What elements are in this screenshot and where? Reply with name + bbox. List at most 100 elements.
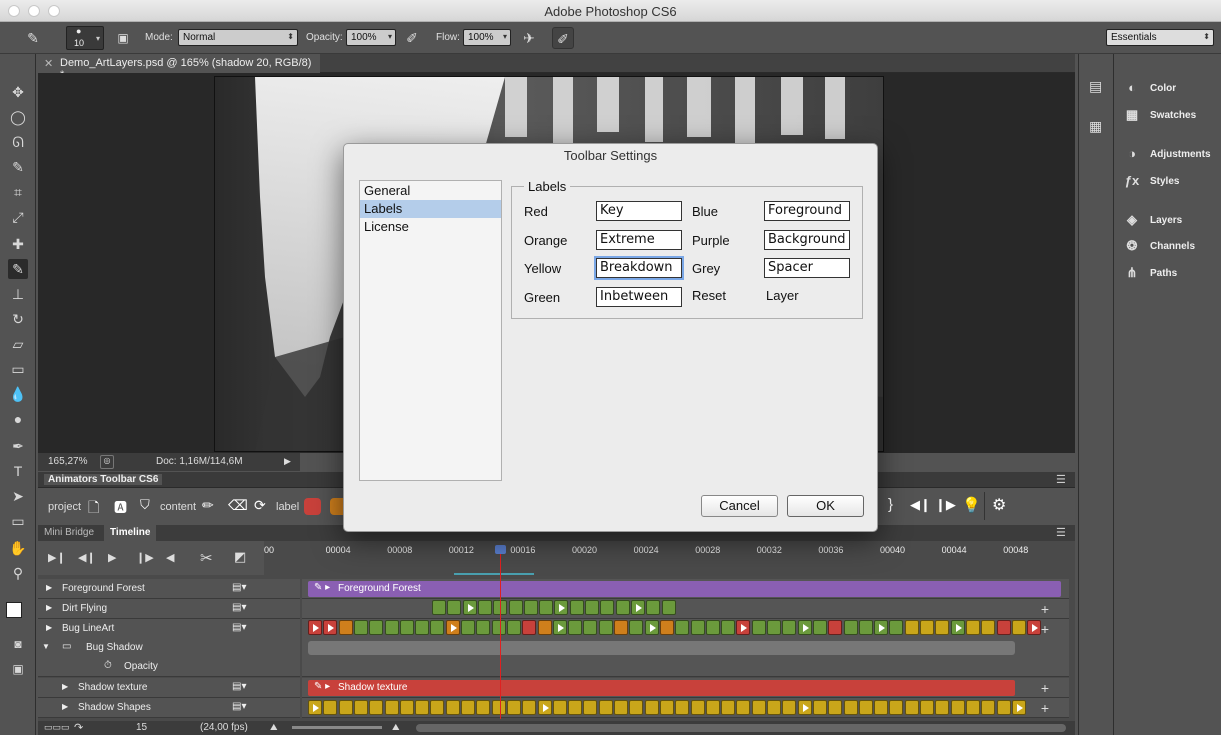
keyframe-cell[interactable] [369, 620, 384, 635]
keyframe-cell[interactable] [568, 700, 583, 715]
zoom-stepper-icon[interactable]: ◎ [100, 455, 114, 469]
zoom-in-icon[interactable]: ⛰ [392, 722, 400, 733]
add-media-icon[interactable]: + [1038, 701, 1052, 715]
healing-brush-tool-icon[interactable]: ✚ [8, 234, 28, 254]
film-strip-icon[interactable]: ▤▾ [232, 602, 246, 613]
keyframe-cell[interactable] [629, 700, 644, 715]
brush-preset-picker[interactable]: ● 10 ▾ [66, 26, 104, 50]
pencil-icon[interactable]: ✏ [202, 497, 214, 514]
keyframe-cell[interactable] [461, 620, 475, 635]
history-brush-tool-icon[interactable]: ↻ [8, 309, 28, 329]
move-tool-icon[interactable]: ✥ [8, 82, 28, 102]
keyframe-cell[interactable] [705, 620, 720, 635]
keyframe-cell[interactable] [552, 620, 567, 635]
keyframe-cell[interactable] [981, 700, 996, 715]
keyframe-cell[interactable] [1027, 620, 1042, 635]
keyframe-cell[interactable] [675, 700, 690, 715]
zoom-out-icon[interactable]: ⛰ [270, 722, 278, 733]
keyframe-cell[interactable] [539, 600, 554, 615]
eraser-tool-icon[interactable]: ▱ [8, 334, 28, 354]
keyframe-cell[interactable] [1011, 700, 1026, 715]
keyframe-cell[interactable] [338, 620, 353, 635]
brush-tool-icon[interactable]: ✎ [8, 259, 28, 279]
mode-select[interactable]: Normal ⬍ [178, 29, 298, 46]
category-license[interactable]: License [360, 218, 501, 236]
eyedropper-tool-icon[interactable]: ⤢ [8, 207, 28, 227]
ok-button[interactable]: OK [787, 495, 864, 517]
keyframe-cell[interactable] [736, 700, 751, 715]
keyframe-cell[interactable] [506, 700, 521, 715]
keyframe-cell[interactable] [369, 700, 384, 715]
timeline-scrollbar[interactable] [416, 724, 1066, 732]
keyframe-cell[interactable] [491, 700, 506, 715]
keyframe-cell[interactable] [721, 620, 736, 635]
keyframe-cell[interactable] [661, 600, 676, 615]
keyframe-cell[interactable] [338, 700, 353, 715]
label-field-blue[interactable]: Foreground [764, 201, 850, 221]
expand-toggle-icon[interactable]: ▶ [46, 603, 52, 612]
airbrush-icon[interactable]: ✈ [518, 27, 540, 49]
zoom-level[interactable]: 165,27% [48, 456, 87, 467]
keyframe-cell[interactable] [552, 700, 567, 715]
keyframe-cell[interactable] [615, 600, 630, 615]
keyframe-cell[interactable] [583, 700, 598, 715]
keyframe-cell[interactable] [812, 700, 827, 715]
keyframe-cell[interactable] [751, 620, 766, 635]
new-document-icon[interactable]: 🗋 [88, 497, 99, 521]
keyframe-cell[interactable] [600, 600, 615, 615]
pressure-size-icon[interactable]: ✐ [552, 27, 574, 49]
keyframe-cell[interactable] [598, 620, 613, 635]
transition-icon[interactable]: ◩ [234, 549, 246, 565]
expand-toggle-icon[interactable]: ▶ [62, 682, 68, 691]
keyframe-cell[interactable] [353, 620, 368, 635]
keyframe-cell[interactable] [782, 620, 797, 635]
keyframe-cell[interactable] [965, 700, 980, 715]
refresh-icon[interactable]: ⟳ [254, 497, 266, 514]
keyframe-cell[interactable] [659, 700, 674, 715]
keyframe-cell[interactable] [1011, 620, 1026, 635]
keyframe-cell[interactable] [430, 620, 445, 635]
label-field-purple[interactable]: Background [764, 230, 850, 250]
timeline-layer-row[interactable]: ▶ Bug LineArt ▤▾ [38, 619, 300, 639]
keyframe-cell[interactable] [523, 600, 538, 615]
panel-menu-icon[interactable]: ☰ [1056, 473, 1066, 486]
keyframe-cell[interactable] [646, 600, 661, 615]
film-strip-icon[interactable]: ▤▾ [232, 681, 246, 692]
keyframe-cell[interactable] [705, 700, 720, 715]
label-field-grey[interactable]: Spacer [764, 258, 850, 278]
keyframe-cell[interactable] [583, 620, 598, 635]
keyframe-cell[interactable] [843, 700, 858, 715]
keyframe-cell[interactable] [690, 620, 705, 635]
previous-frame-icon[interactable]: ◀❙ [910, 497, 931, 513]
keyframe-cell[interactable] [904, 620, 919, 635]
keyframe-cell[interactable] [308, 620, 322, 635]
keyframe-cell[interactable] [843, 620, 858, 635]
category-general[interactable]: General [360, 182, 501, 200]
keyframe-cell[interactable] [721, 700, 736, 715]
keyframe-cell[interactable] [445, 700, 460, 715]
keyframe-cell[interactable] [828, 700, 843, 715]
work-area-bar[interactable] [454, 573, 534, 575]
lightbulb-icon[interactable]: 💡 [962, 496, 981, 514]
keyframe-cell[interactable] [415, 620, 430, 635]
expand-toggle-icon[interactable]: ▶ [62, 702, 68, 711]
timeline-track[interactable] [302, 599, 1069, 619]
pressure-opacity-icon[interactable]: ✐ [401, 27, 423, 49]
flow-field[interactable]: 100% ▾ [463, 29, 511, 46]
convert-to-frame-animation-icon[interactable]: ▭▭▭ [44, 722, 70, 733]
path-selection-tool-icon[interactable]: ➤ [8, 486, 28, 506]
lasso-tool-icon[interactable]: ᘏ [8, 132, 28, 152]
bracket-icon[interactable]: } [888, 496, 893, 513]
keyframe-cell[interactable] [432, 600, 446, 615]
next-frame-icon[interactable]: ❙▶ [935, 497, 956, 513]
zoom-slider[interactable] [292, 726, 382, 729]
label-red-button[interactable] [304, 498, 321, 515]
keyframe-cell[interactable] [476, 700, 491, 715]
rectangle-tool-icon[interactable]: ▭ [8, 511, 28, 531]
keyframe-cell[interactable] [477, 600, 492, 615]
keyframe-cell[interactable] [537, 620, 552, 635]
label-field-green[interactable]: Inbetween [596, 287, 682, 307]
timeline-layer-row[interactable]: ▶ Shadow Shapes ▤▾ [38, 698, 300, 718]
keyframe-cell[interactable] [950, 700, 965, 715]
add-media-icon[interactable]: + [1038, 602, 1052, 616]
